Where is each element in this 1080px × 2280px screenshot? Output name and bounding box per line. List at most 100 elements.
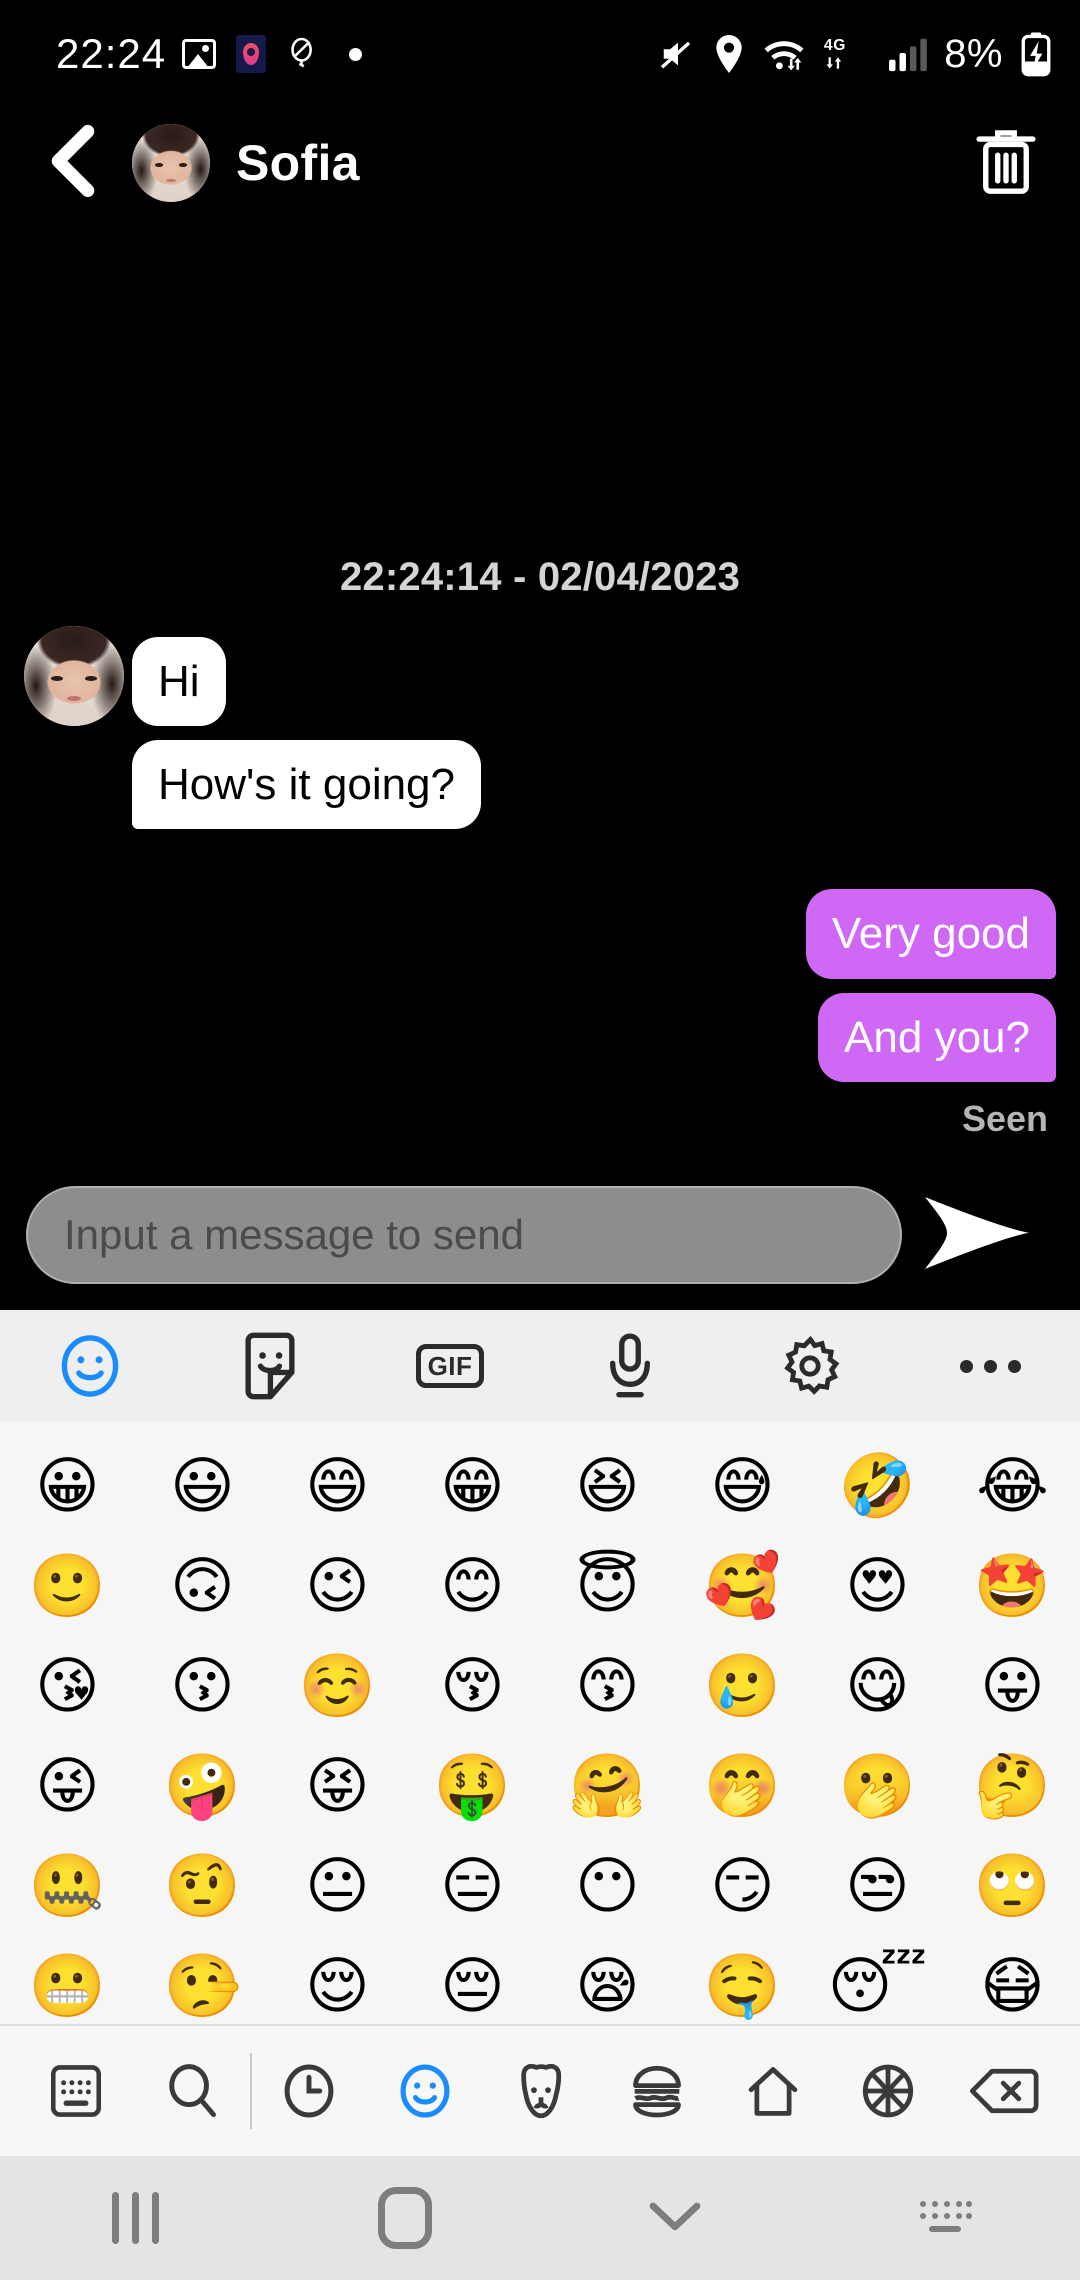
emoji-item[interactable]: 😒 [810, 1855, 945, 1917]
keyboard-switch-icon[interactable] [18, 2026, 134, 2156]
emoji-item[interactable]: 🤩 [945, 1555, 1080, 1617]
activities-icon[interactable] [830, 2026, 946, 2156]
message-input-placeholder: Input a message to send [64, 1211, 524, 1258]
composer-bar: Input a message to send [0, 1160, 1080, 1310]
emoji-item[interactable]: 😅 [675, 1455, 810, 1517]
emoji-item[interactable]: 😐 [270, 1855, 405, 1917]
emoji-item[interactable]: 😙 [540, 1655, 675, 1717]
message-bubble[interactable]: And you? [818, 992, 1056, 1082]
emoji-item[interactable]: 😋 [810, 1655, 945, 1717]
emoji-item[interactable]: 😄 [270, 1455, 405, 1517]
gif-tab-icon[interactable]: GIF [360, 1310, 540, 1422]
send-paper-plane-icon [921, 1192, 1033, 1279]
recents-button[interactable] [0, 2156, 270, 2280]
sticker-tab-icon[interactable] [180, 1310, 360, 1422]
food-icon[interactable] [599, 2026, 715, 2156]
message-row-outgoing: And you? [24, 992, 1056, 1082]
emoji-item[interactable]: 🤤 [675, 1955, 810, 2017]
back-button[interactable] [34, 124, 112, 202]
emoji-item[interactable]: 😴 [810, 1955, 945, 2017]
emoji-item[interactable]: 😌 [270, 1955, 405, 2017]
mic-tab-icon[interactable] [540, 1310, 720, 1422]
emoji-item[interactable]: 😪 [540, 1955, 675, 2017]
emoji-item[interactable]: 😍 [810, 1555, 945, 1617]
message-list[interactable]: 22:24:14 - 02/04/2023 Hi How's it going?… [0, 218, 1080, 1160]
emoji-item[interactable]: 🤨 [135, 1855, 270, 1917]
phone-screen: 22:24 4G 8% Sofia 22:24:14 - 02/04/2023 … [0, 0, 1080, 2280]
emoji-item[interactable]: 🤗 [540, 1755, 675, 1817]
travel-icon[interactable] [715, 2026, 831, 2156]
back-chevron-icon [42, 124, 104, 203]
emoji-item[interactable]: 😘 [0, 1655, 135, 1717]
emoji-item[interactable]: 🤐 [0, 1855, 135, 1917]
delete-conversation-button[interactable] [966, 123, 1046, 203]
message-input[interactable]: Input a message to send [26, 1186, 902, 1284]
message-bubble[interactable]: Hi [132, 636, 226, 727]
emoji-item[interactable]: 🤭 [675, 1755, 810, 1817]
more-tab-icon[interactable] [900, 1310, 1080, 1422]
recent-clock-icon[interactable] [252, 2026, 368, 2156]
message-row-incoming: How's it going? [24, 740, 1056, 830]
emoji-item[interactable]: 😀 [0, 1455, 135, 1517]
emoji-item[interactable]: 😝 [270, 1755, 405, 1817]
emoji-item[interactable]: 😏 [675, 1855, 810, 1917]
emoji-item[interactable]: 🥲 [675, 1655, 810, 1717]
animals-icon[interactable] [483, 2026, 599, 2156]
dot-icon [336, 35, 374, 73]
message-avatar[interactable] [24, 626, 124, 727]
gif-label: GIF [415, 1344, 485, 1388]
keyboard-layout-icon [914, 2194, 976, 2243]
emoji-item[interactable]: 🤪 [135, 1755, 270, 1817]
emoji-item[interactable]: 🫢 [810, 1755, 945, 1817]
emoji-item[interactable]: 😉 [270, 1555, 405, 1617]
mobile-signal-icon: 4G [820, 35, 874, 73]
emoji-row: 😬 🤥 😌 😔 😪 🤤 😴 😷 [0, 1936, 1080, 2024]
emoji-item[interactable]: 😂 [945, 1455, 1080, 1517]
hide-keyboard-button[interactable] [540, 2156, 810, 2280]
message-row-incoming: Hi [24, 626, 1056, 727]
smileys-icon[interactable] [367, 2026, 483, 2156]
keyboard-layout-button[interactable] [810, 2156, 1080, 2280]
emoji-item[interactable]: ☺️ [270, 1655, 405, 1717]
battery-percent-label: 8% [944, 31, 1003, 76]
emoji-item[interactable]: 😷 [945, 1955, 1080, 2017]
status-bar-left: 22:24 [56, 30, 374, 78]
emoji-item[interactable]: 🤑 [405, 1755, 540, 1817]
android-nav-bar [0, 2156, 1080, 2280]
wifi-icon [761, 35, 807, 73]
emoji-item[interactable]: 😇 [540, 1555, 675, 1617]
emoji-item[interactable]: 🙃 [135, 1555, 270, 1617]
home-button[interactable] [270, 2156, 540, 2280]
avatar[interactable] [132, 124, 210, 202]
emoji-keyboard: GIF 😀 😃 😄 😁 😆 😅 🤣 😂 🙂 🙃 😉 😊 😇 🥰 😍 🤩 😘 😗 … [0, 1310, 1080, 2156]
emoji-item[interactable]: 😆 [540, 1455, 675, 1517]
emoji-item[interactable]: 🥰 [675, 1555, 810, 1617]
backspace-icon[interactable] [946, 2026, 1062, 2156]
emoji-item[interactable]: 🤣 [810, 1455, 945, 1517]
search-icon[interactable] [134, 2026, 250, 2156]
emoji-row: 🙂 🙃 😉 😊 😇 🥰 😍 🤩 [0, 1536, 1080, 1636]
emoji-item[interactable]: 😬 [0, 1955, 135, 2017]
emoji-item[interactable]: 🤥 [135, 1955, 270, 2017]
emoji-tab-icon[interactable] [0, 1310, 180, 1422]
message-bubble[interactable]: Very good [805, 889, 1056, 979]
emoji-item[interactable]: 🙂 [0, 1555, 135, 1617]
emoji-item[interactable]: 😃 [135, 1455, 270, 1517]
emoji-item[interactable]: 🙄 [945, 1855, 1080, 1917]
emoji-item[interactable]: 😊 [405, 1555, 540, 1617]
emoji-item[interactable]: 😛 [945, 1655, 1080, 1717]
chevron-down-icon [646, 2196, 704, 2241]
emoji-item[interactable]: 😗 [135, 1655, 270, 1717]
emoji-item[interactable]: 😜 [0, 1755, 135, 1817]
recents-icon [111, 2192, 159, 2244]
settings-tab-icon[interactable] [720, 1310, 900, 1422]
emoji-item[interactable]: 😶 [540, 1855, 675, 1917]
message-bubble[interactable]: How's it going? [132, 740, 481, 830]
emoji-item[interactable]: 😑 [405, 1855, 540, 1917]
emoji-item[interactable]: 😁 [405, 1455, 540, 1517]
emoji-item[interactable]: 🤔 [945, 1755, 1080, 1817]
emoji-item[interactable]: 😚 [405, 1655, 540, 1717]
emoji-item[interactable]: 😔 [405, 1955, 540, 2017]
send-button[interactable] [902, 1180, 1052, 1290]
emoji-grid[interactable]: 😀 😃 😄 😁 😆 😅 🤣 😂 🙂 🙃 😉 😊 😇 🥰 😍 🤩 😘 😗 ☺️ 😚… [0, 1422, 1080, 2024]
